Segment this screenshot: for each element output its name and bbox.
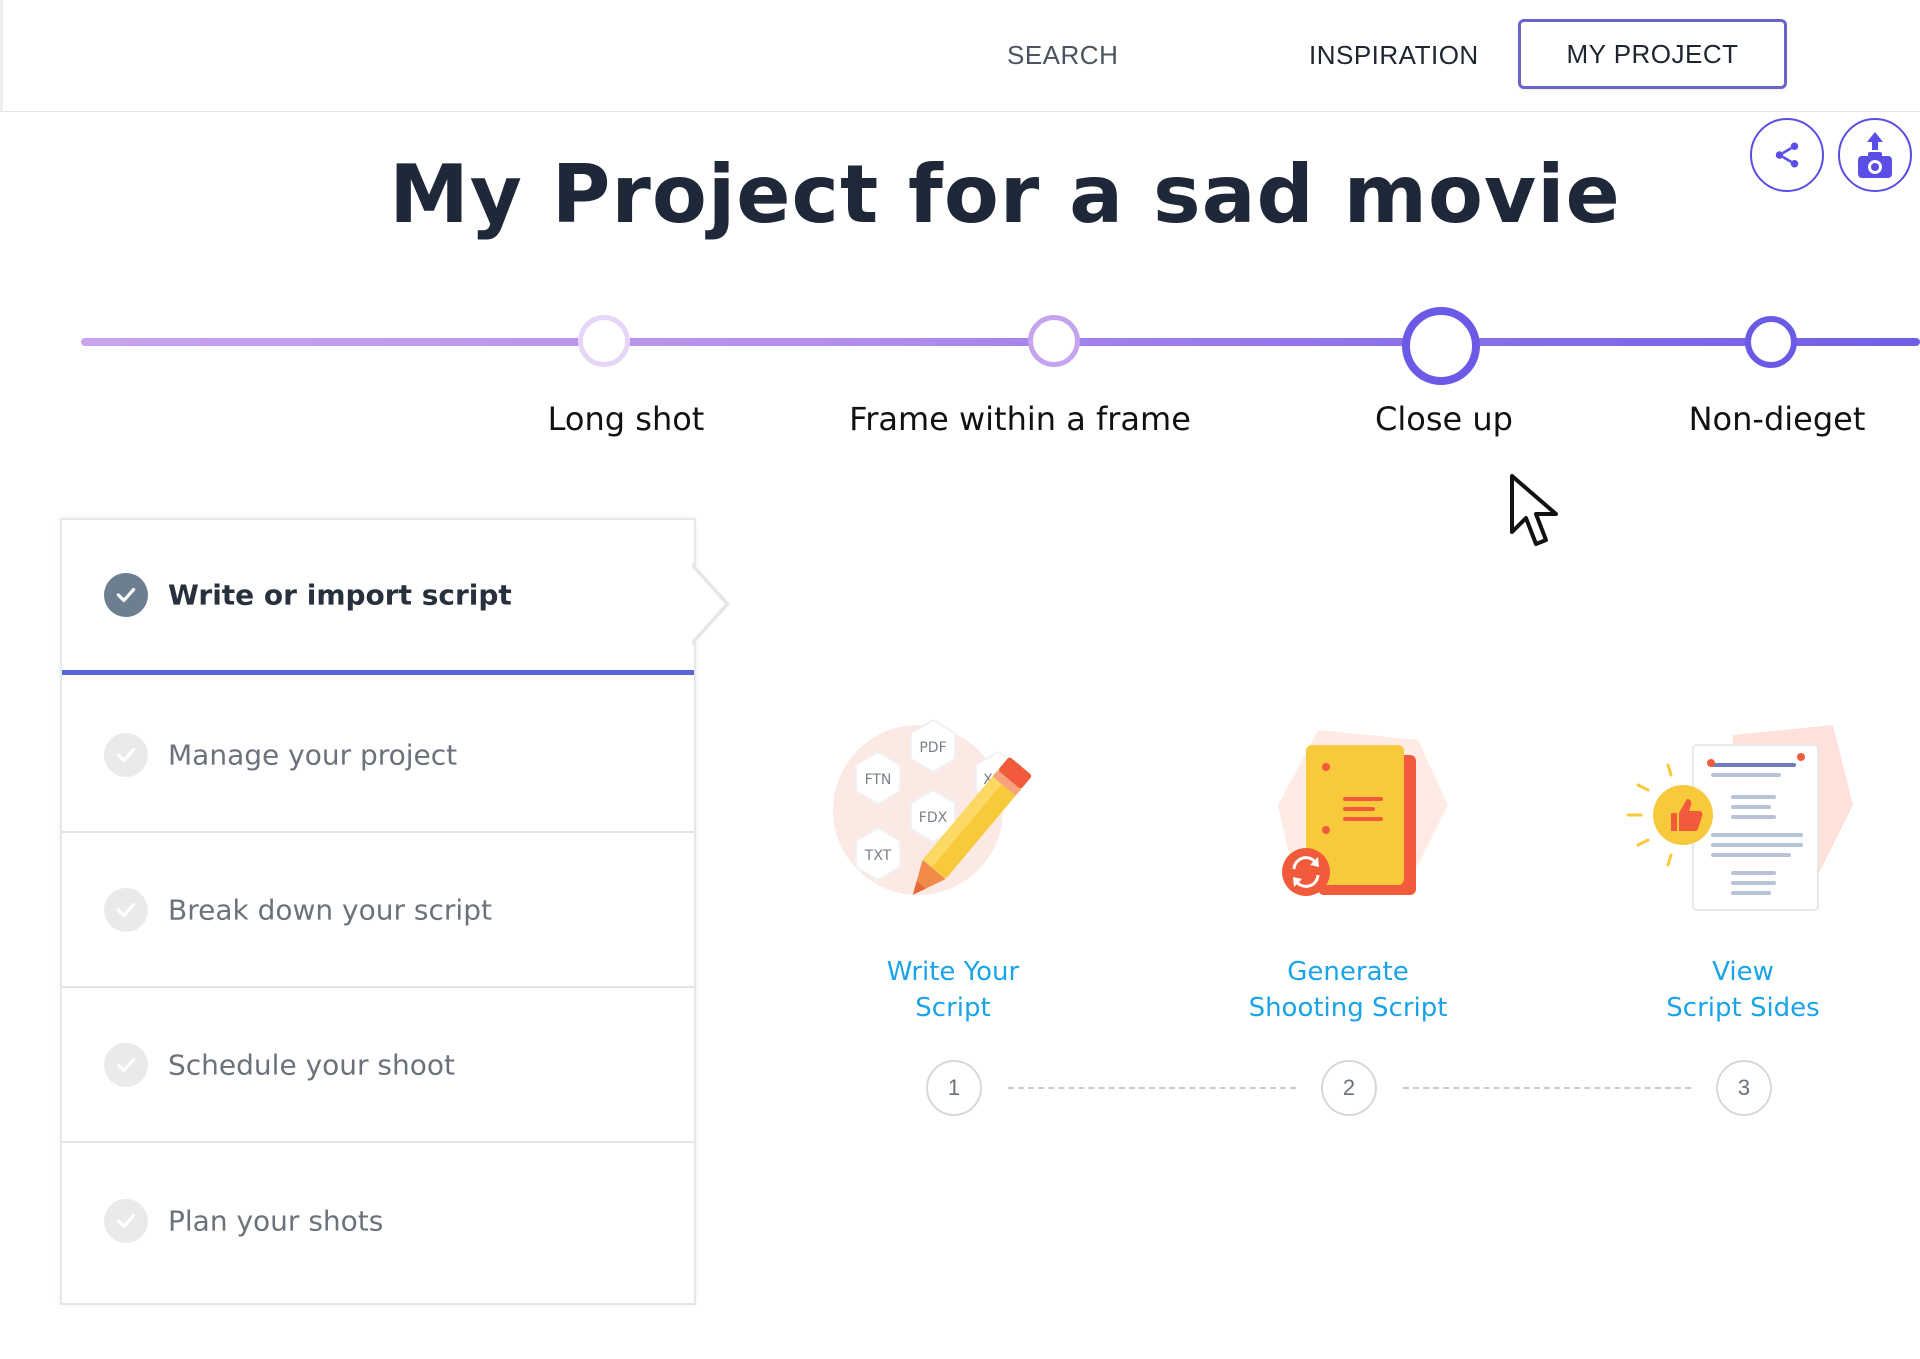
step-label: Schedule your shoot (168, 1048, 455, 1081)
step-write-import-script[interactable]: Write or import script (62, 520, 694, 675)
step-connector-dashed-line (1008, 1087, 1296, 1089)
timeline-label-frame-within-frame[interactable]: Frame within a frame (849, 400, 1191, 438)
feature-write-script[interactable]: PDF FTN XML FDX TXT Write Your Script (823, 715, 1083, 1026)
view-script-sides-link-line1[interactable]: View (1613, 954, 1873, 990)
project-steps-panel: Write or import script Manage your proje… (60, 518, 696, 1305)
shooting-script-refresh-icon (1278, 730, 1448, 896)
step-number-3: 3 (1716, 1060, 1772, 1116)
format-label: FTN (865, 772, 892, 788)
generate-shooting-script-link-line1[interactable]: Generate (1218, 954, 1478, 990)
nav-my-project-button[interactable]: MY PROJECT (1518, 19, 1787, 89)
check-circle-icon (104, 1198, 148, 1243)
timeline-label-non-dieget[interactable]: Non-dieget (1689, 400, 1866, 438)
shot-timeline: Long shot Frame within a frame Close up … (0, 300, 1920, 450)
top-navigation-bar: SEARCH INSPIRATION MY PROJECT (0, 0, 1920, 112)
format-label: TXT (864, 848, 892, 864)
check-circle-icon (104, 732, 148, 777)
timeline-node-close-up[interactable] (1402, 307, 1480, 385)
step-label: Write or import script (168, 578, 512, 612)
nav-search-link[interactable]: SEARCH (1007, 40, 1118, 71)
step-label: Manage your project (168, 738, 458, 771)
step-number-2: 2 (1321, 1060, 1377, 1116)
timeline-label-long-shot[interactable]: Long shot (548, 400, 705, 438)
timeline-node-long-shot[interactable] (578, 315, 630, 367)
step-connector-dashed-line (1403, 1087, 1691, 1089)
timeline-label-close-up[interactable]: Close up (1375, 400, 1513, 438)
panel-pointer-arrow-fill (690, 565, 725, 643)
check-circle-icon (104, 887, 148, 932)
feature-view-script-sides[interactable]: View Script Sides (1613, 715, 1873, 1026)
nav-inspiration-link[interactable]: INSPIRATION (1309, 40, 1479, 71)
step-number-1: 1 (926, 1060, 982, 1116)
format-label: PDF (919, 740, 946, 756)
script-formats-pencil-icon: PDF FTN XML FDX TXT (833, 718, 1032, 895)
feature-generate-shooting-script[interactable]: Generate Shooting Script (1218, 715, 1478, 1026)
timeline-node-frame-within-frame[interactable] (1028, 315, 1080, 367)
step-manage-project[interactable]: Manage your project (62, 678, 694, 833)
step-plan-shots[interactable]: Plan your shots (62, 1143, 694, 1298)
step-label: Break down your script (168, 893, 492, 926)
mouse-cursor-icon (1510, 474, 1558, 546)
step-schedule-shoot[interactable]: Schedule your shoot (62, 988, 694, 1143)
generate-shooting-script-link-line2[interactable]: Shooting Script (1218, 990, 1478, 1026)
check-circle-icon (104, 573, 148, 617)
write-script-link-line2[interactable]: Script (823, 990, 1083, 1026)
format-label: FDX (919, 810, 948, 826)
script-sides-thumbs-up-icon (1626, 725, 1853, 911)
timeline-node-non-dieget[interactable] (1745, 316, 1797, 368)
view-script-sides-link-line2[interactable]: Script Sides (1613, 990, 1873, 1026)
step-label: Plan your shots (168, 1204, 384, 1237)
step-break-down-script[interactable]: Break down your script (62, 833, 694, 988)
write-script-link-line1[interactable]: Write Your (823, 954, 1083, 990)
page-title: My Project for a sad movie (389, 148, 1621, 241)
timeline-track (81, 338, 1920, 346)
check-circle-icon (104, 1042, 148, 1087)
